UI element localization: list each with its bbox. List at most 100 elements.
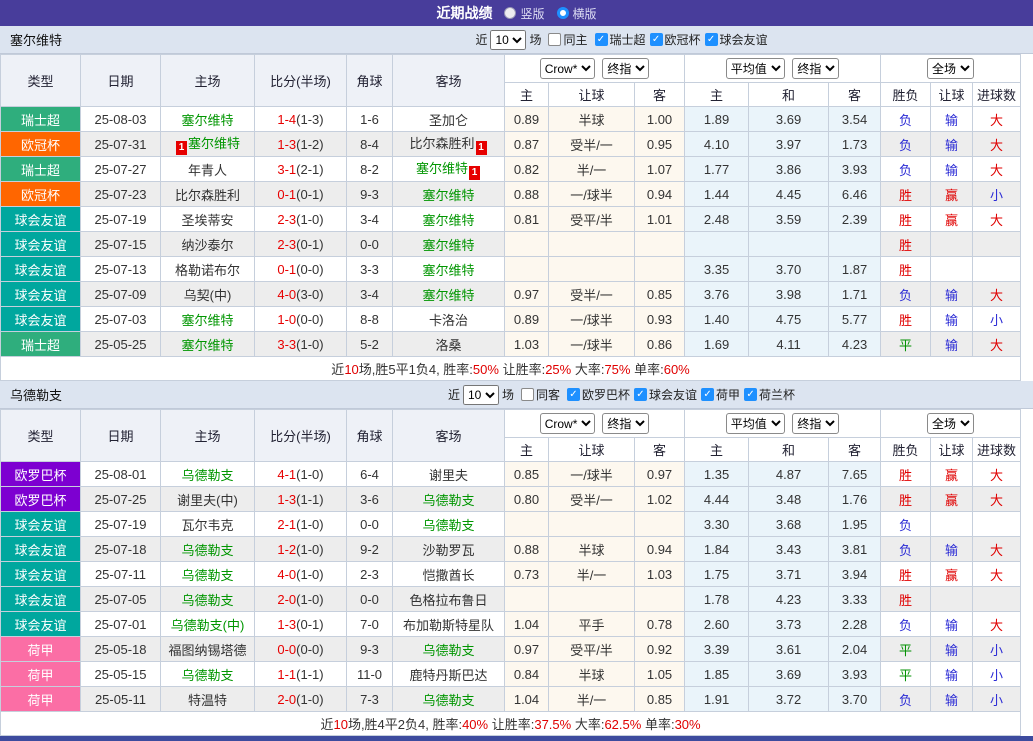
match-row: 瑞士超 25-08-03 塞尔维特 1-4(1-3) 1-6 圣加仑 0.89 半球 1.00 1…	[0, 106, 1022, 132]
league-badge: 瑞士超	[0, 156, 81, 182]
team-label: 圣埃蒂安	[181, 212, 234, 228]
filters: 近 10 场 同主 ✓ 瑞士超 ✓ 欧冠杯 ✓ 球会友谊	[220, 29, 1023, 50]
home-team: 圣埃蒂安	[160, 206, 255, 232]
team-label: 特温特	[187, 692, 227, 708]
match-row: 荷甲 25-05-11 特温特 2-0(1-0) 7-3 乌德勒支 1.04 半/一 0.85 1…	[0, 686, 1022, 712]
odds-time-select-2[interactable]: 终指	[792, 58, 840, 79]
result-goals: 大	[972, 611, 1022, 637]
fulltime-select[interactable]: 全场	[927, 413, 975, 434]
summary-value: 37.5%	[534, 717, 572, 732]
away-odds: 0.94	[633, 536, 686, 562]
avg-home-odds: 1.91	[684, 686, 750, 712]
handicap-line: 一/球半	[548, 306, 635, 332]
average-select[interactable]: 平均值	[725, 58, 785, 79]
team-label: 比尔森胜利	[409, 136, 475, 151]
avg-draw-odds: 3.48	[748, 486, 830, 512]
team-label: 福图纳锡塔德	[168, 642, 247, 658]
avg-draw-odds: 3.43	[748, 536, 830, 562]
sub-header-outcome: 胜负	[880, 82, 932, 107]
avg-away-odds: 1.71	[828, 281, 882, 307]
match-score: 3-3(1-0)	[254, 331, 347, 357]
avg-draw-odds: 3.69	[748, 106, 830, 132]
league-filter[interactable]: ✓ 欧罗巴杯	[566, 386, 630, 403]
avg-away-odds: 3.54	[828, 106, 882, 132]
halftime-score: (1-2)	[296, 136, 324, 152]
avg-away-odds: 3.81	[828, 536, 882, 562]
result-goals: 大	[972, 486, 1022, 512]
checkbox-checked-icon[interactable]: ✓	[566, 388, 580, 402]
radio-selected-icon[interactable]	[556, 7, 569, 19]
checkbox-checked-icon[interactable]: ✓	[634, 388, 647, 402]
avg-away-odds: 3.33	[828, 586, 882, 612]
handicap-line: 一/球半	[548, 181, 635, 207]
avg-home-odds: 1.89	[684, 106, 750, 132]
radio-unselected-icon[interactable]	[504, 7, 517, 19]
summary-value: 30%	[674, 717, 701, 732]
checkbox-checked-icon[interactable]: ✓	[704, 33, 718, 47]
away-team: 塞尔维特	[392, 231, 505, 257]
layout-radio-vertical[interactable]: 竖版	[504, 5, 545, 22]
layout-radio-horizontal[interactable]: 横版	[556, 5, 597, 22]
col-header-away: 客场	[392, 54, 505, 107]
summary-text: 场,胜4平2负4, 胜率:	[347, 717, 463, 732]
match-date: 25-08-01	[80, 461, 161, 487]
fulltime-score: 1-3	[277, 491, 297, 507]
league-filter[interactable]: ✓ 荷甲	[701, 386, 740, 403]
result-handicap: 输	[930, 156, 974, 182]
league-filter[interactable]: ✓ 球会友谊	[634, 386, 697, 403]
team-label: 塞尔维特	[422, 262, 475, 278]
bookmaker-select[interactable]: Crow*	[539, 58, 595, 79]
match-count-select[interactable]: 10	[462, 384, 499, 405]
avg-draw-odds: 3.73	[748, 611, 830, 637]
team-bar: 乌德勒支 近 10 场 同客 ✓ 欧罗巴杯 ✓ 球会友谊 ✓ 荷甲 ✓ 荷兰杯	[0, 381, 1033, 409]
fulltime-score: 1-0	[277, 311, 297, 327]
handicap-line	[548, 256, 635, 282]
halftime-score: (0-1)	[296, 236, 324, 252]
result-goals: 大	[972, 561, 1022, 587]
away-odds: 0.85	[633, 686, 686, 712]
average-select[interactable]: 平均值	[725, 413, 785, 434]
sub-header-handicap: 让球	[548, 82, 635, 107]
same-venue-label: 同主	[563, 33, 588, 47]
fulltime-select[interactable]: 全场	[927, 58, 975, 79]
checkbox-checked-icon[interactable]: ✓	[649, 33, 663, 47]
checkbox-unchecked-icon[interactable]	[548, 33, 562, 46]
match-date: 25-05-25	[80, 331, 161, 357]
avg-away-odds: 1.95	[828, 511, 882, 537]
league-badge: 荷甲	[0, 686, 81, 712]
odds-time-select[interactable]: 终指	[602, 58, 650, 79]
result-handicap: 输	[930, 686, 974, 712]
odds-time-select-2[interactable]: 终指	[792, 413, 840, 434]
team-name: 塞尔维特	[10, 33, 63, 48]
result-outcome: 负	[880, 106, 932, 132]
league-filter[interactable]: ✓ 欧冠杯	[649, 31, 701, 48]
result-handicap: 输	[930, 281, 974, 307]
avg-home-odds: 1.44	[684, 181, 750, 207]
match-date: 25-07-11	[80, 561, 161, 587]
away-team: 鹿特丹斯巴达	[392, 661, 505, 687]
checkbox-unchecked-icon[interactable]	[520, 388, 534, 401]
match-score: 2-1(1-0)	[254, 511, 347, 537]
home-odds: 0.73	[504, 561, 549, 587]
checkbox-checked-icon[interactable]: ✓	[701, 388, 715, 402]
away-team: 塞尔维特	[392, 256, 505, 282]
team-label: 比尔森胜利	[174, 187, 240, 203]
team-label: 格勒诺布尔	[174, 262, 240, 278]
away-odds	[633, 231, 686, 257]
same-venue-filter[interactable]: 同客	[520, 386, 560, 403]
league-filter-label: 欧冠杯	[664, 33, 701, 48]
bookmaker-select[interactable]: Crow*	[539, 413, 595, 434]
league-filter[interactable]: ✓ 瑞士超	[594, 31, 646, 48]
same-venue-filter[interactable]: 同主	[548, 31, 588, 48]
result-handicap: 输	[930, 536, 974, 562]
league-filter[interactable]: ✓ 荷兰杯	[744, 386, 795, 403]
away-odds: 0.85	[633, 281, 686, 307]
checkbox-checked-icon[interactable]: ✓	[594, 33, 608, 47]
match-count-select[interactable]: 10	[490, 29, 527, 50]
odds-time-select[interactable]: 终指	[602, 413, 650, 434]
col-header-type: 类型	[0, 409, 81, 462]
handicap-line: 半/一	[548, 156, 635, 182]
league-filter[interactable]: ✓ 球会友谊	[704, 31, 768, 48]
checkbox-checked-icon[interactable]: ✓	[744, 388, 758, 402]
avg-away-odds: 3.93	[828, 156, 882, 182]
